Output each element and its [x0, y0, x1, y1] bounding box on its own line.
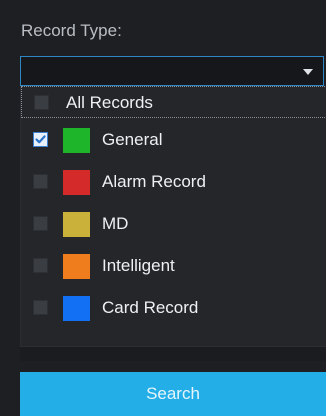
- chevron-down-icon[interactable]: [303, 69, 313, 75]
- option-card-record[interactable]: Card Record: [21, 292, 326, 324]
- record-type-label: Record Type:: [21, 21, 122, 40]
- record-type-select[interactable]: [20, 56, 324, 86]
- color-swatch-md: [63, 212, 90, 237]
- color-swatch-alarm-record: [63, 170, 90, 195]
- option-label-alarm-record: Alarm Record: [102, 172, 206, 191]
- color-swatch-general: [63, 128, 90, 153]
- record-search-panel: Record Type: All Records General Alarm R…: [0, 0, 326, 416]
- record-type-dropdown-list: All Records General Alarm Record MD Inte: [20, 86, 326, 346]
- option-general[interactable]: General: [21, 124, 326, 156]
- option-label-all-records: All Records: [66, 93, 153, 112]
- checkbox-general[interactable]: [33, 132, 48, 147]
- option-all-records[interactable]: All Records: [21, 86, 326, 118]
- option-label-card-record: Card Record: [102, 298, 199, 317]
- checkbox-card-record[interactable]: [33, 300, 48, 315]
- dropdown-footer-divider: [20, 346, 326, 361]
- checkbox-alarm-record[interactable]: [33, 174, 48, 189]
- option-label-md: MD: [102, 214, 129, 233]
- checkbox-intelligent[interactable]: [33, 258, 48, 273]
- color-swatch-card-record: [63, 296, 90, 321]
- option-label-intelligent: Intelligent: [102, 256, 175, 275]
- checkbox-all-records[interactable]: [34, 95, 49, 110]
- option-alarm-record[interactable]: Alarm Record: [21, 166, 326, 198]
- option-md[interactable]: MD: [21, 208, 326, 240]
- checkbox-md[interactable]: [33, 216, 48, 231]
- search-button[interactable]: Search: [20, 372, 326, 416]
- option-intelligent[interactable]: Intelligent: [21, 250, 326, 282]
- option-label-general: General: [102, 130, 163, 149]
- color-swatch-intelligent: [63, 254, 90, 279]
- check-icon: [35, 135, 46, 144]
